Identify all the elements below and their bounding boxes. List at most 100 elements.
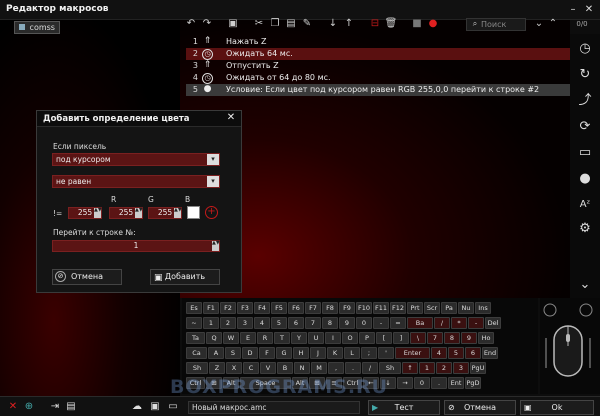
comment-icon[interactable]: ▭ (574, 142, 596, 164)
jump-icon[interactable]: ⤴ (574, 90, 596, 112)
list-item[interactable]: 5 ● Условие: Если цвет под курсором раве… (186, 84, 570, 96)
key[interactable]: Ins (475, 302, 491, 314)
key[interactable]: N (294, 362, 310, 374)
key[interactable]: 7 (427, 332, 443, 344)
comparison-select[interactable]: не равен ▾ (52, 175, 220, 188)
key[interactable]: 2 (220, 317, 236, 329)
list-item[interactable]: 3 ⇑ Отпустить Z (186, 60, 570, 72)
key[interactable]: 3 (237, 317, 253, 329)
key[interactable]: Ta (186, 332, 205, 344)
key[interactable]: Es (186, 302, 202, 314)
key[interactable]: R (257, 332, 273, 344)
key[interactable]: F11 (373, 302, 389, 314)
key[interactable]: 3 (453, 362, 469, 374)
key[interactable]: Scr (424, 302, 440, 314)
key[interactable]: 2 (436, 362, 452, 374)
key[interactable]: * (451, 317, 467, 329)
key[interactable]: W (223, 332, 239, 344)
chevron-down-icon[interactable]: ⌄ (574, 274, 596, 296)
key[interactable]: F6 (288, 302, 304, 314)
copy-icon[interactable]: ❐ (268, 17, 282, 31)
key[interactable]: / (434, 317, 450, 329)
color-swatch[interactable] (187, 206, 200, 219)
key[interactable]: 5 (271, 317, 287, 329)
key[interactable]: Ho (478, 332, 494, 344)
key[interactable]: 9 (461, 332, 477, 344)
key[interactable]: S (225, 347, 241, 359)
key[interactable]: Sh (186, 362, 208, 374)
key[interactable]: / (362, 362, 378, 374)
key[interactable]: F4 (254, 302, 270, 314)
paste-icon[interactable]: ▤ (284, 17, 298, 31)
r-spinner[interactable]: 255 ▲▼ (68, 207, 102, 219)
export-icon[interactable]: ▤ (64, 400, 78, 414)
key[interactable]: M (311, 362, 327, 374)
stepper-icon[interactable]: ▲▼ (135, 208, 143, 218)
key[interactable]: . (345, 362, 361, 374)
chevron-down-icon[interactable]: ⌄ (532, 17, 546, 31)
key[interactable]: E (240, 332, 256, 344)
key[interactable]: ' (378, 347, 394, 359)
macro-name-field[interactable]: Новый макрос.amc (188, 401, 360, 414)
add-macro-icon[interactable]: ⊕ (22, 400, 36, 414)
minimize-button[interactable]: – (566, 3, 580, 17)
key[interactable]: O (342, 332, 358, 344)
key[interactable]: 5 (448, 347, 464, 359)
key[interactable]: 4 (254, 317, 270, 329)
key[interactable]: 1 (203, 317, 219, 329)
add-color-icon[interactable]: + (205, 206, 218, 219)
key[interactable]: Del (485, 317, 501, 329)
key[interactable]: U (308, 332, 324, 344)
color-drop-icon[interactable]: ● (574, 168, 596, 190)
key[interactable]: - (373, 317, 389, 329)
key[interactable]: J (310, 347, 326, 359)
save-icon[interactable]: ▣ (148, 400, 162, 414)
key[interactable]: V (260, 362, 276, 374)
key[interactable]: Prt (407, 302, 423, 314)
save-icon[interactable]: ▣ (226, 17, 240, 31)
insert-icon[interactable]: ⊟ (368, 17, 382, 31)
chevron-up-icon[interactable]: ⌃ (546, 17, 560, 31)
key[interactable]: 0 (414, 377, 430, 389)
key[interactable]: 7 (305, 317, 321, 329)
key[interactable]: ; (361, 347, 377, 359)
key[interactable]: Ca (186, 347, 207, 359)
key[interactable]: 0 (356, 317, 372, 329)
list-item[interactable]: 1 ⇑ Нажать Z (186, 36, 570, 48)
key[interactable]: D (242, 347, 258, 359)
key[interactable]: ↑ (402, 362, 418, 374)
key[interactable]: Pa (441, 302, 457, 314)
close-button[interactable]: ✕ (582, 3, 596, 17)
ok-button[interactable]: ▣ Ok (520, 400, 594, 415)
key[interactable]: [ (376, 332, 392, 344)
cut-icon[interactable]: ✂ (252, 17, 266, 31)
key[interactable]: Z (209, 362, 225, 374)
key[interactable]: Sh (379, 362, 401, 374)
add-delay-icon[interactable]: ◷ (574, 38, 596, 60)
key[interactable]: 8 (322, 317, 338, 329)
key[interactable]: F1 (203, 302, 219, 314)
key[interactable]: F3 (237, 302, 253, 314)
key[interactable]: F10 (356, 302, 372, 314)
key[interactable]: 9 (339, 317, 355, 329)
list-item[interactable]: 4 ◷ Ожидать от 64 до 80 мс. (186, 72, 570, 84)
key[interactable]: , (328, 362, 344, 374)
key[interactable]: 6 (288, 317, 304, 329)
key[interactable]: . (431, 377, 447, 389)
cloud-icon[interactable]: ☁ (130, 400, 144, 414)
g-spinner[interactable]: 255 ▲▼ (109, 207, 143, 219)
key[interactable]: 1 (419, 362, 435, 374)
key[interactable]: ] (393, 332, 409, 344)
delete-icon[interactable]: 🗑 (384, 17, 398, 31)
folder-icon[interactable]: ▭ (166, 400, 180, 414)
b-spinner[interactable]: 255 ▲▼ (148, 207, 182, 219)
dialog-add-button[interactable]: ▣ Добавить (150, 269, 220, 285)
record-icon[interactable]: ● (426, 17, 440, 31)
key[interactable]: F2 (220, 302, 236, 314)
key[interactable]: 4 (431, 347, 447, 359)
key[interactable]: F8 (322, 302, 338, 314)
text-icon[interactable]: Aᶻ (574, 194, 596, 216)
mouse-icon[interactable] (540, 298, 600, 394)
key[interactable]: End (482, 347, 498, 359)
key[interactable]: L (344, 347, 360, 359)
